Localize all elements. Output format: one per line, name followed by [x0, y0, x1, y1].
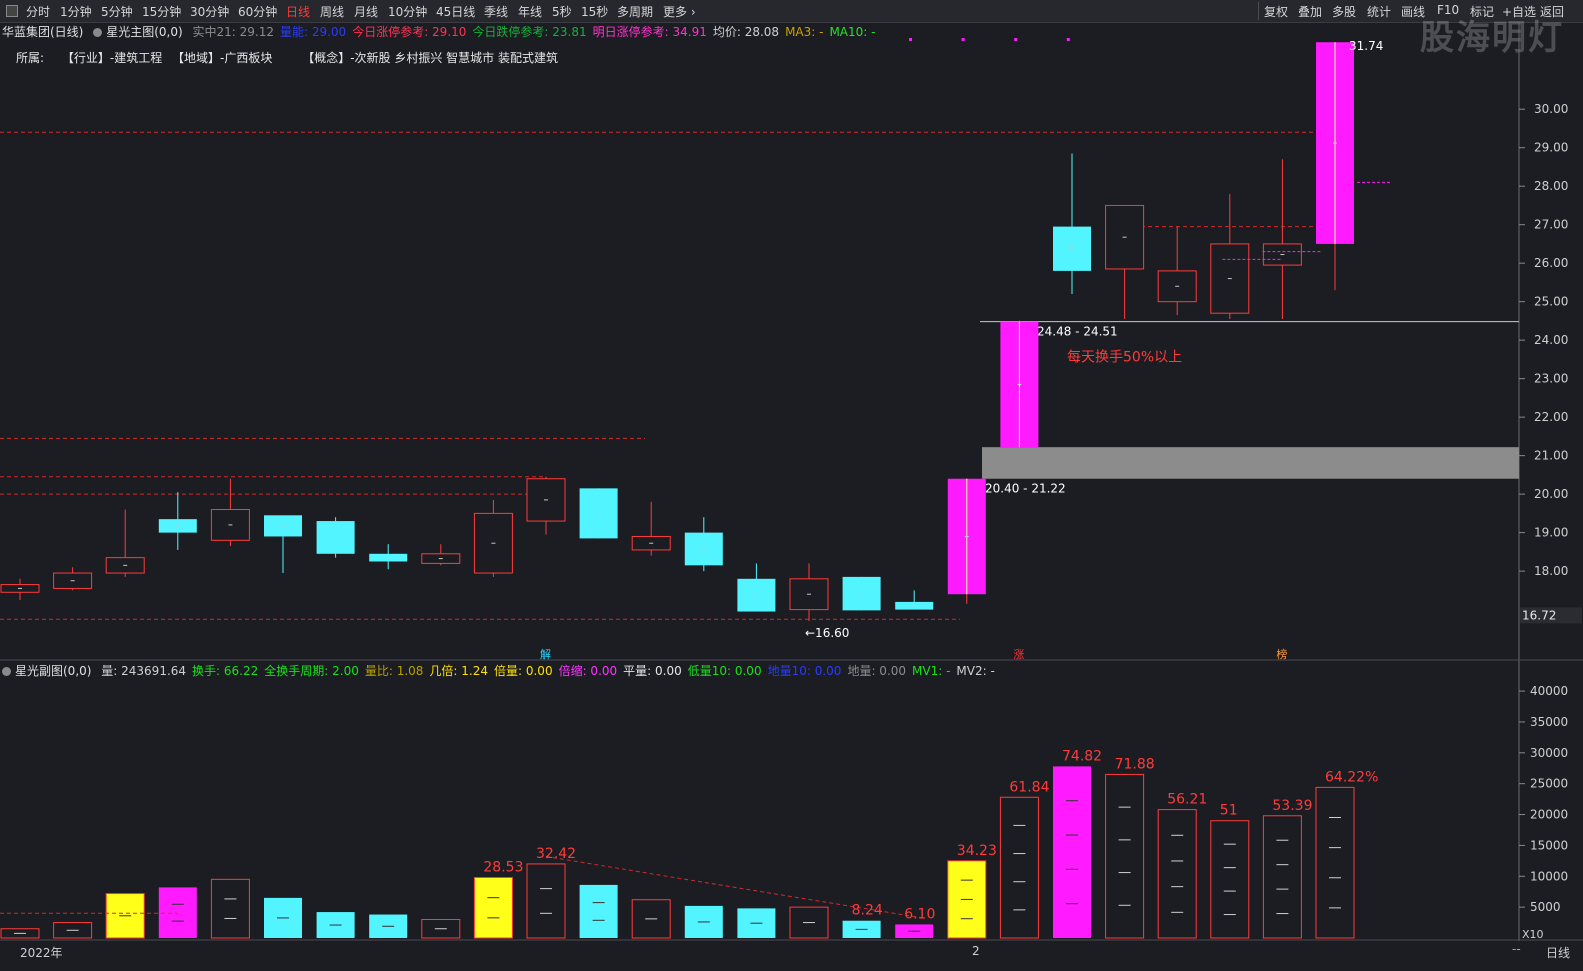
price-tick-label: 26.00	[1534, 256, 1568, 270]
sub-info-value-8: 低量10: 0.00	[687, 664, 762, 678]
turnover-label: 71.88	[1115, 756, 1155, 772]
sub-info-value-2: 全换手周期: 2.00	[264, 664, 359, 678]
period-indicator: 日线	[1546, 946, 1571, 960]
signal-dot	[1066, 38, 1070, 41]
turnover-annotation: 每天换手50%以上	[1067, 348, 1182, 365]
turnover-label: 32.42	[536, 846, 576, 862]
volume-tick-label: 25000	[1530, 777, 1568, 791]
sub-info-value-9: 地量10: 0.00	[767, 664, 842, 678]
signal-dot	[909, 38, 912, 41]
sub-info-value-0: 量: 243691.64	[101, 664, 187, 678]
volume-tick-label: 15000	[1530, 838, 1568, 852]
high-price-label: 31.74	[1349, 39, 1383, 53]
turnover-label: 34.23	[957, 843, 997, 859]
volume-bar[interactable]	[473, 877, 513, 939]
price-tick-label: 29.00	[1534, 141, 1568, 155]
low-price-label: ←16.60	[805, 626, 849, 640]
volume-tick-label: 10000	[1530, 869, 1568, 883]
volume-tick-label: 20000	[1530, 808, 1568, 822]
volume-bar[interactable]	[1210, 820, 1250, 939]
volume-bar[interactable]	[1315, 786, 1355, 939]
turnover-label: 8.24	[852, 903, 883, 919]
price-tick-label: 30.00	[1534, 102, 1568, 116]
signal-dot	[1014, 38, 1018, 41]
turnover-label: 28.53	[483, 860, 523, 876]
gap-zone	[982, 447, 1519, 479]
price-tick-label: 21.00	[1534, 449, 1568, 463]
sub-info-value-5: 倍量: 0.00	[494, 664, 553, 678]
sub-indicator-name[interactable]: 星光副图(0,0)	[15, 664, 91, 678]
turnover-label: 64.22%	[1325, 769, 1378, 785]
sub-info-value-11: MV1: -	[912, 664, 951, 678]
price-tick-label: 19.00	[1534, 526, 1568, 540]
volume-bar[interactable]	[158, 887, 197, 938]
signal-dot	[961, 38, 965, 41]
volume-bar[interactable]	[1157, 809, 1197, 939]
volume-unit-label: X10	[1522, 928, 1544, 941]
sub-info-value-3: 量比: 1.08	[364, 664, 424, 678]
date-axis-label: 2022年	[20, 946, 63, 960]
volume-tick-label: 40000	[1530, 684, 1568, 698]
sub-indicator-info: 星光副图(0,0) 量: 243691.64 换手: 66.22 全换手周期: 2.…	[2, 662, 1001, 679]
turnover-label: 53.39	[1272, 798, 1312, 814]
turnover-label: 51	[1220, 803, 1238, 819]
turnover-label: 56.21	[1167, 792, 1207, 808]
sub-info-value-12: MV2: -	[956, 664, 995, 678]
time-axis-bar: 2022年 2 -- 日线	[0, 941, 1583, 971]
volume-bar[interactable]	[526, 863, 566, 939]
price-tick-label: 18.00	[1534, 564, 1568, 578]
scroll-control[interactable]: --	[1512, 942, 1521, 956]
volume-bar[interactable]	[1053, 766, 1091, 938]
volume-tick-label: 30000	[1530, 746, 1568, 760]
turnover-label: 61.84	[1009, 779, 1049, 795]
sub-info-value-4: 几倍: 1.24	[429, 664, 488, 678]
gap-zone-label: 20.40 - 21.22	[985, 482, 1066, 496]
sub-info-value-6: 倍缩: 0.00	[558, 664, 618, 678]
price-tick-label: 22.00	[1534, 410, 1568, 424]
current-price-label: 16.72	[1522, 608, 1556, 622]
kline-chart[interactable]: 30.00 29.00 28.00 27.00 26.00 25.00 24.00 23.00…	[0, 0, 1583, 971]
month-axis-label: 2	[972, 944, 980, 958]
turnover-label: 6.10	[904, 906, 935, 922]
volume-tick-label: 35000	[1530, 715, 1568, 729]
sub-info-value-10: 地量: 0.00	[847, 664, 907, 678]
turnover-label: 74.82	[1062, 748, 1102, 764]
volume-bar[interactable]	[1262, 815, 1302, 939]
price-tick-label: 25.00	[1534, 295, 1568, 309]
price-tick-label: 28.00	[1534, 179, 1568, 193]
sub-info-value-1: 换手: 66.22	[192, 664, 259, 678]
signal-marker: 解	[540, 647, 551, 661]
price-tick-label: 20.00	[1534, 487, 1568, 501]
signal-marker: 涨	[1013, 648, 1024, 661]
volume-tick-label: 5000	[1530, 900, 1561, 914]
sub-info-value-7: 平量: 0.00	[623, 664, 682, 678]
volume-bar[interactable]	[579, 884, 618, 938]
volume-bar[interactable]	[999, 796, 1039, 939]
volume-bar[interactable]	[210, 878, 250, 939]
price-tick-label: 23.00	[1534, 372, 1568, 386]
price-tick-label: 24.00	[1534, 333, 1568, 347]
volume-bar[interactable]	[1105, 773, 1145, 939]
signal-marker: 榜	[1276, 647, 1287, 661]
price-tick-label: 27.00	[1534, 218, 1568, 232]
sub-indicator-toggle-icon[interactable]	[2, 667, 11, 676]
gap-zone-label-2: 24.48 - 24.51	[1037, 325, 1118, 339]
